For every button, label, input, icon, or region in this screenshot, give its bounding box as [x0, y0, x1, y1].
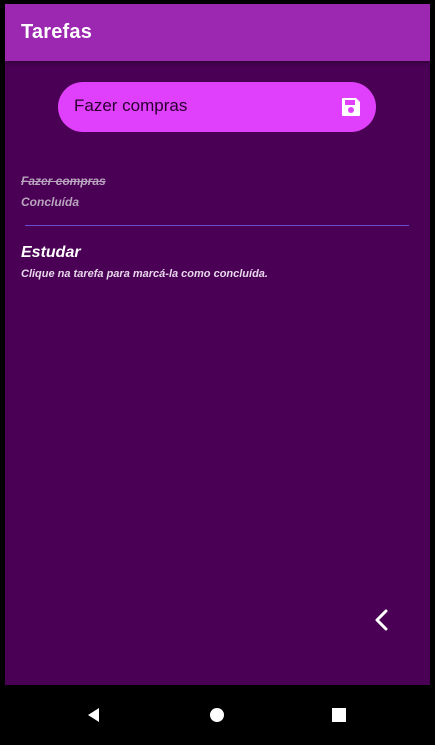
app-screen: Tarefas Fazer compras Concluída Estudar …: [5, 4, 430, 685]
system-back-button[interactable]: [78, 699, 110, 731]
triangle-back-icon: [88, 708, 99, 722]
task-hint: Clique na tarefa para marcá-la como conc…: [21, 268, 268, 280]
chevron-left-icon: [375, 609, 388, 631]
task-input-container: [58, 82, 376, 132]
system-home-button[interactable]: [201, 699, 233, 731]
system-nav-bar: [0, 685, 435, 745]
app-bar: Tarefas: [5, 4, 430, 61]
save-button[interactable]: [338, 94, 364, 120]
back-button[interactable]: [371, 608, 393, 632]
task-item[interactable]: Estudar Clique na tarefa para marcá-la c…: [21, 244, 411, 280]
task-status: Concluída: [21, 195, 80, 209]
device-frame: Tarefas Fazer compras Concluída Estudar …: [0, 0, 435, 745]
task-item-done[interactable]: Fazer compras Concluída: [21, 174, 411, 209]
square-recents-icon: [332, 708, 346, 722]
circle-home-icon: [210, 708, 224, 722]
floppy-disk-icon: [342, 98, 360, 116]
task-input[interactable]: [74, 96, 324, 116]
task-title: Estudar: [21, 244, 81, 261]
task-title: Fazer compras: [21, 174, 106, 188]
system-recents-button[interactable]: [323, 699, 355, 731]
task-divider: [25, 225, 409, 226]
app-title: Tarefas: [21, 21, 93, 43]
